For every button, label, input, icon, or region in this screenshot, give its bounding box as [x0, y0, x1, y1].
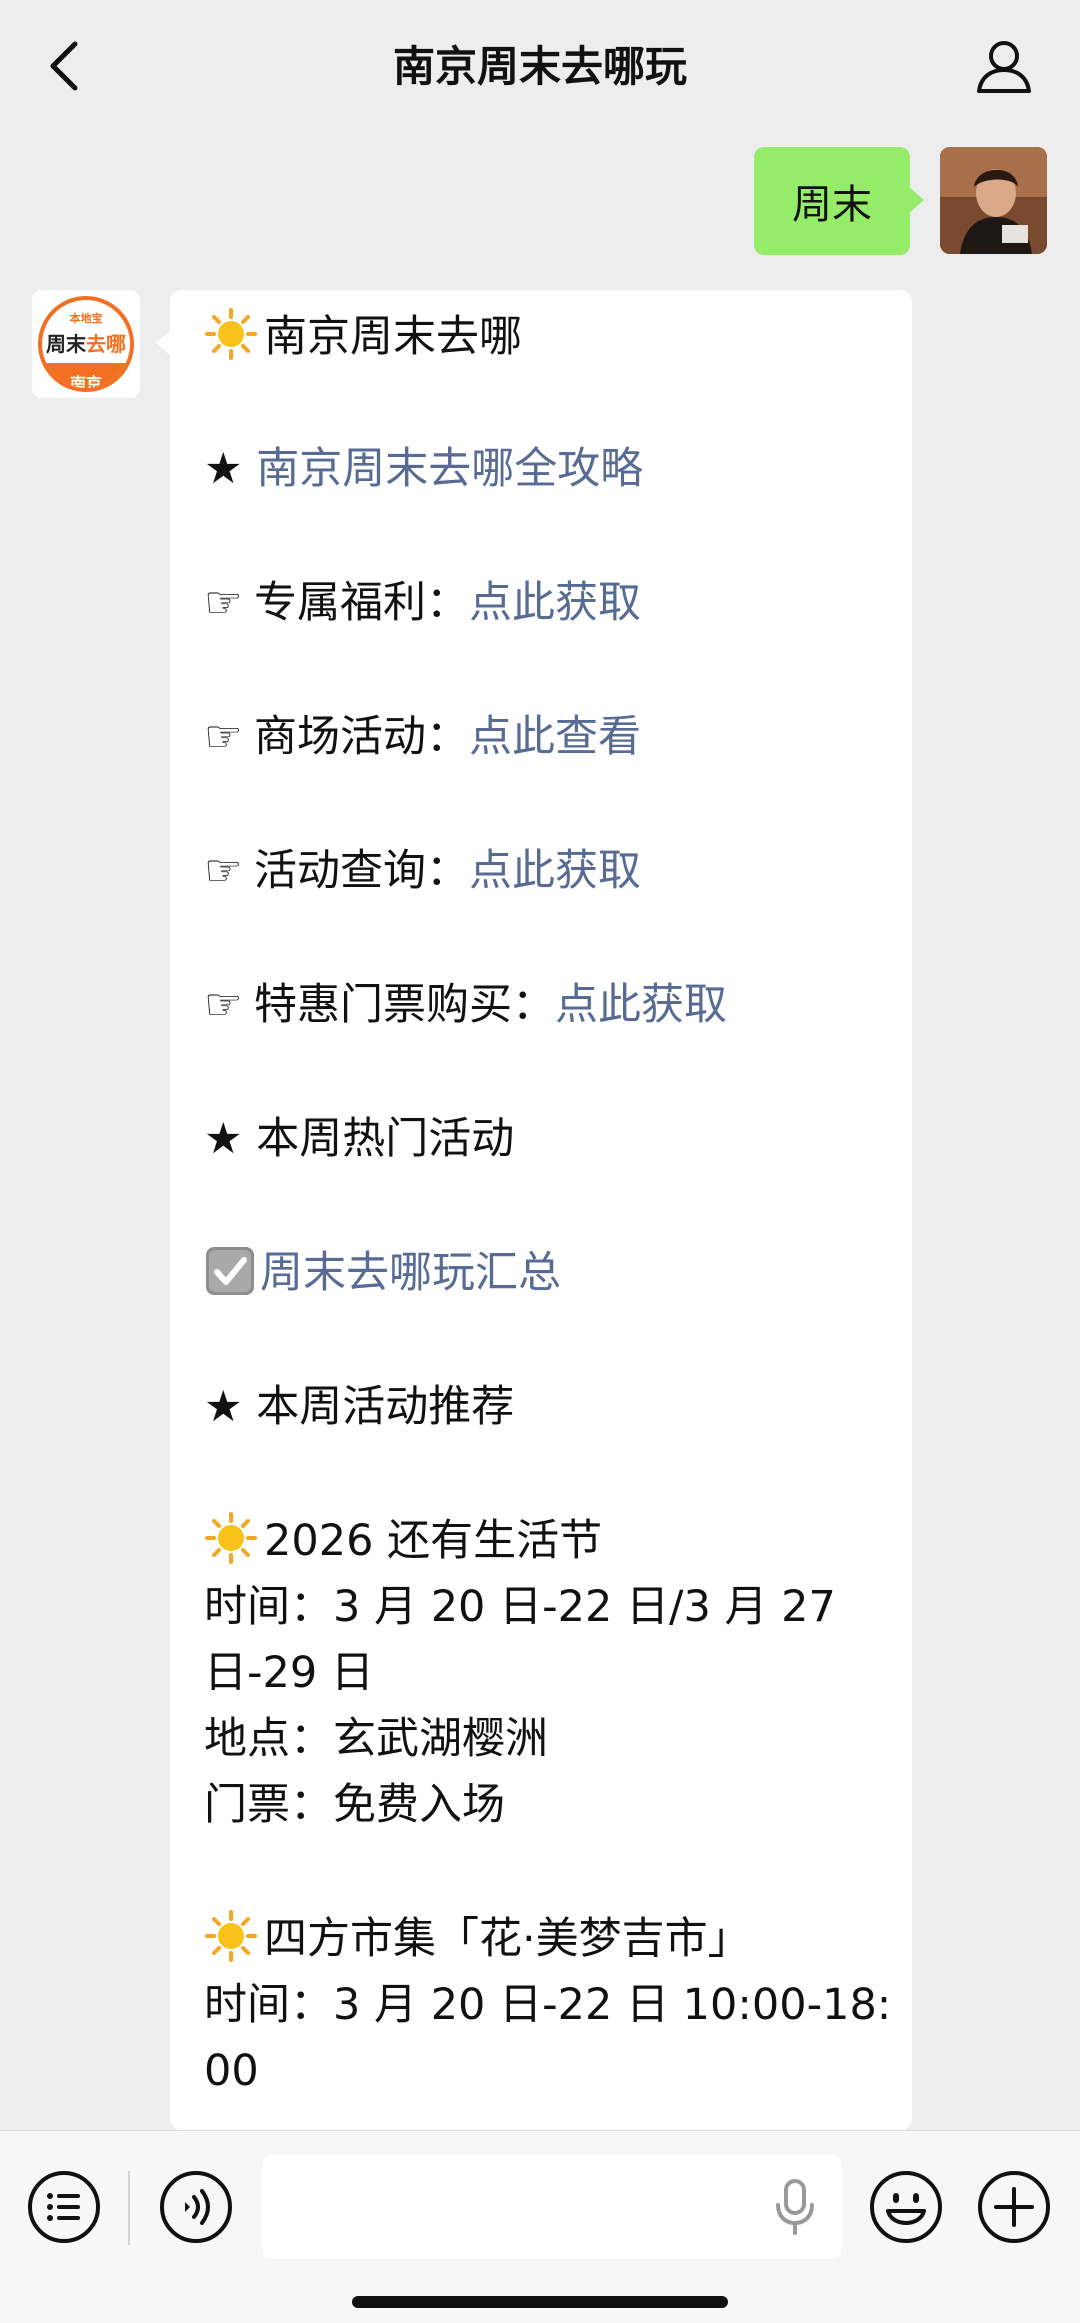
ticket-link[interactable]: 点此获取 [555, 980, 727, 1030]
event1-time-2: 日-29 日 [204, 1648, 374, 1698]
menu-button[interactable] [26, 2169, 102, 2245]
pointing-hand-icon: ☞ [204, 712, 243, 762]
chat-screen: 南京周末去哪玩 周末 本地宝 周末去哪 南京 南京周末去哪 ★ 南京周末去哪全攻… [0, 0, 1080, 2323]
person-icon [977, 41, 1031, 93]
sun-icon [205, 1512, 257, 1564]
menu-list-icon [28, 2171, 100, 2243]
logo-main-text: 周末去哪 [46, 328, 126, 357]
event2-time-2: 00 [204, 2046, 259, 2096]
event2-time-1: 时间：3 月 20 日-22 日 10:00-18: [204, 1980, 892, 2030]
message-title-line: 南京周末去哪 [204, 304, 522, 370]
event1-time-1: 时间：3 月 20 日-22 日/3 月 27 [204, 1582, 836, 1632]
recommend-heading: ★ 本周活动推荐 [204, 1382, 515, 1432]
ticket-label: 特惠门票购买： [254, 980, 555, 1030]
voice-icon [160, 2171, 232, 2243]
query-label: 活动查询： [254, 846, 469, 896]
pointing-hand-icon: ☞ [204, 578, 243, 628]
brand-logo: 本地宝 周末去哪 南京 [38, 296, 134, 392]
event1-ticket: 门票：免费入场 [204, 1780, 505, 1830]
query-line: ☞ 活动查询：点此获取 [204, 838, 641, 904]
sun-icon [205, 308, 257, 360]
benefit-label: 专属福利： [254, 578, 469, 628]
event1-title: 2026 还有生活节 [264, 1516, 603, 1566]
ticket-line: ☞ 特惠门票购买：点此获取 [204, 972, 727, 1038]
input-separator [128, 2171, 130, 2245]
bot-message-bubble: 南京周末去哪 ★ 南京周末去哪全攻略 ☞ 专属福利：点此获取 ☞ 商场活动：点此查看… [170, 290, 912, 2130]
message-input[interactable] [262, 2155, 842, 2259]
plus-icon [978, 2171, 1050, 2243]
input-bar [0, 2130, 1080, 2323]
pointing-hand-icon: ☞ [204, 846, 243, 896]
bot-avatar[interactable]: 本地宝 周末去哪 南京 [32, 290, 140, 398]
message-title: 南京周末去哪 [264, 312, 522, 362]
benefit-line: ☞ 专属福利：点此获取 [204, 570, 641, 636]
chat-title: 南京周末去哪玩 [392, 42, 687, 91]
nav-header: 南京周末去哪玩 [0, 0, 1080, 134]
mall-label: 商场活动： [254, 712, 469, 762]
back-button[interactable] [36, 36, 92, 96]
logo-city-text: 南京 [42, 363, 130, 388]
query-link[interactable]: 点此获取 [469, 846, 641, 896]
user-photo [940, 147, 1047, 254]
mic-button[interactable] [770, 2177, 820, 2237]
mall-link[interactable]: 点此查看 [469, 712, 641, 762]
chat-info-button[interactable] [972, 36, 1036, 96]
logo-top-text: 本地宝 [69, 312, 103, 325]
chevron-left-icon [50, 41, 78, 91]
emoji-icon [870, 2171, 942, 2243]
event1-place: 地点：玄武湖樱洲 [204, 1714, 548, 1764]
logo-main-a: 周末 [46, 332, 86, 356]
sun-icon [205, 1910, 257, 1962]
pointing-hand-icon: ☞ [204, 980, 243, 1030]
microphone-icon [776, 2179, 814, 2235]
benefit-link[interactable]: 点此获取 [469, 578, 641, 628]
user-message-text: 周末 [792, 182, 872, 228]
summary-line: 周末去哪玩汇总 [204, 1240, 561, 1306]
voice-button[interactable] [158, 2169, 234, 2245]
event1-title-line: 2026 还有生活节 [204, 1508, 602, 1574]
more-button[interactable] [976, 2169, 1052, 2245]
mall-line: ☞ 商场活动：点此查看 [204, 704, 641, 770]
guide-line: ★ 南京周末去哪全攻略 [204, 436, 643, 502]
logo-main-b: 去哪 [86, 332, 126, 356]
event2-title: 四方市集「花·美梦吉市」 [264, 1914, 751, 1964]
user-message-bubble[interactable]: 周末 [754, 147, 924, 255]
home-indicator [352, 2296, 728, 2308]
event2-title-line: 四方市集「花·美梦吉市」 [204, 1906, 751, 1972]
hot-events-heading: ★ 本周热门活动 [204, 1114, 515, 1164]
summary-link[interactable]: 周末去哪玩汇总 [260, 1248, 561, 1298]
checkbox-checked-icon [206, 1247, 254, 1295]
bot-bubble-tail [156, 330, 171, 356]
emoji-button[interactable] [868, 2169, 944, 2245]
user-avatar[interactable] [940, 147, 1047, 254]
star-bullet: ★ [204, 444, 257, 494]
guide-link[interactable]: 南京周末去哪全攻略 [256, 444, 643, 494]
